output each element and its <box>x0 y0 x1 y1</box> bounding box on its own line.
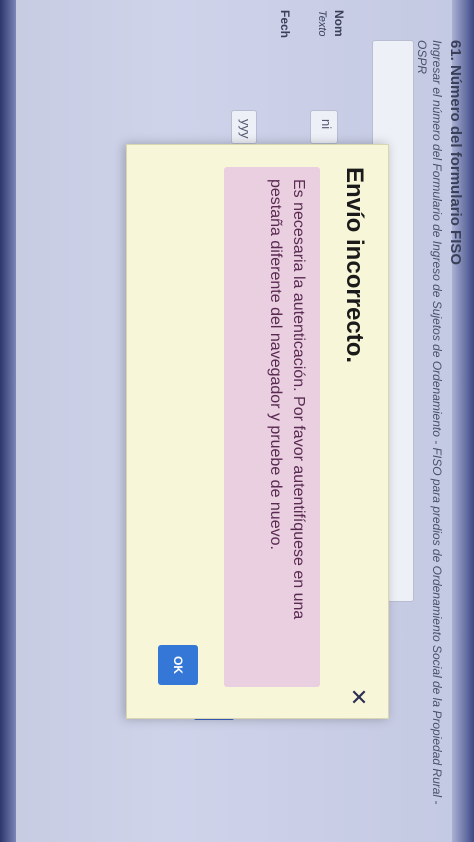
date-input[interactable]: yyy <box>231 110 257 144</box>
dialog-title: Envío incorrecto. <box>341 167 368 364</box>
name-label: Nom <box>332 10 346 37</box>
error-dialog: Envío incorrecto. ✕ Es necesaria la aute… <box>126 144 389 719</box>
question-title: 61. Número del formulario FISO <box>447 40 464 266</box>
close-icon[interactable]: ✕ <box>346 685 371 709</box>
photo-stage: 61. Número del formulario FISO Ingresar … <box>0 0 474 842</box>
ok-button[interactable]: OK <box>158 645 198 685</box>
question-description: Ingresar el número del Formulario de Ing… <box>415 40 444 805</box>
dialog-message: Es necesaria la autenticación. Por favor… <box>224 167 320 687</box>
text-hint: Texto <box>316 10 328 37</box>
date-label: Fech <box>278 10 292 39</box>
name-input[interactable]: ni <box>310 110 338 144</box>
form-page: 61. Número del formulario FISO Ingresar … <box>0 0 474 842</box>
